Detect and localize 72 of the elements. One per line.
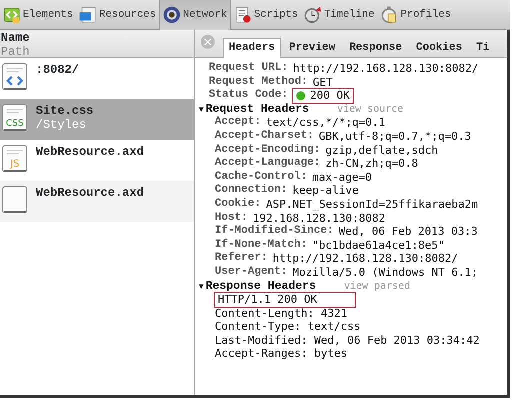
header-value: zh-CN,zh;q=0.8 (326, 157, 418, 171)
status-dot-icon (296, 90, 306, 101)
header-value: ASP.NET_SessionId=25ffikaraeba2m (266, 198, 478, 212)
stopwatch-icon (304, 6, 322, 24)
header-key: Cookie: (215, 198, 262, 212)
resource-name: WebResource.axd (36, 145, 144, 159)
header-value: keep-alive (292, 184, 359, 198)
script-document-icon (234, 6, 252, 24)
resource-row[interactable]: :8082/ (0, 58, 194, 99)
header-key: Status Code: (209, 89, 288, 103)
html-file-icon (2, 63, 28, 91)
column-header: Name (1, 31, 31, 45)
header-key: Connection: (215, 184, 288, 198)
css-file-icon: CSS (2, 104, 28, 132)
header-value: http://192.168.128.130:8082/ (272, 252, 458, 266)
section-toggle[interactable]: ▼ (199, 282, 204, 292)
column-subheader: Path (1, 45, 31, 59)
raw-header-line: Content-Type: text/css (215, 320, 361, 334)
resource-path: /Styles (36, 118, 88, 132)
header-key: Accept-Charset: (215, 130, 314, 144)
section-toggle[interactable]: ▼ (199, 106, 204, 115)
code-tag-icon (3, 6, 21, 24)
header-key: User-Agent: (215, 266, 288, 280)
toolbar-tab[interactable]: Elements (0, 0, 76, 30)
section-title: Response Headers (206, 280, 316, 292)
detail-tab[interactable]: Ti (470, 38, 496, 57)
resource-row[interactable]: CSS Site.css /Styles (0, 99, 194, 140)
section-title: Request Headers (206, 102, 310, 116)
detail-tab[interactable]: Response (343, 38, 408, 57)
resource-name: WebResource.axd (36, 186, 144, 200)
status-text: 200 OK (310, 89, 350, 103)
header-key: If-None-Match: (215, 238, 308, 252)
header-key: Cache-Control: (215, 170, 308, 184)
header-key: If-Modified-Since: (215, 225, 334, 239)
header-key: Accept-Language: (215, 157, 321, 171)
documents-icon (79, 6, 98, 24)
toolbar-tab[interactable]: Resources (76, 0, 160, 30)
blank-file-icon (2, 186, 28, 214)
header-key: Host: (215, 212, 248, 226)
detail-tab[interactable]: Headers (223, 38, 282, 58)
toolbar-tab[interactable]: Profiles (378, 0, 454, 30)
globe-icon (163, 6, 182, 24)
header-value: GET (313, 76, 333, 90)
resource-name: Site.css (36, 104, 94, 118)
raw-header-line: Content-Length: 4321 (215, 306, 348, 320)
resource-row[interactable]: JS WebResource.axd (0, 140, 194, 181)
header-value: Mozilla/5.0 (Windows NT 6.1; (292, 266, 478, 280)
resource-row[interactable]: WebResource.axd (0, 181, 194, 222)
header-value: 192.168.128.130:8082 (253, 212, 386, 225)
raw-header-line: HTTP/1.1 200 OK (215, 293, 355, 307)
header-value: max-age=0 (312, 170, 372, 184)
header-value: gzip,deflate,sdch (326, 144, 438, 158)
header-value: GBK,utf-8;q=0.7,*;q=0.3 (319, 130, 472, 144)
header-value: http://192.168.128.130:8082/ (293, 62, 479, 76)
js-file-icon: JS (2, 145, 28, 173)
header-key: Accept: (215, 116, 262, 130)
header-key: Request Method: (209, 76, 308, 90)
header-key: Request URL: (209, 62, 288, 76)
detail-tab[interactable]: Preview (283, 38, 342, 57)
toolbar-tab[interactable]: Scripts (231, 0, 302, 30)
header-value: Wed, 06 Feb 2013 03:3 (338, 225, 478, 239)
toolbar-tab[interactable]: Network (159, 0, 232, 30)
stopwatch-document-icon (380, 6, 399, 24)
resource-name: :8082/ (36, 63, 80, 77)
header-key: Accept-Encoding: (215, 144, 321, 158)
header-key: Referer: (215, 252, 268, 266)
header-value: text/css,*/*;q=0.1 (266, 116, 386, 130)
detail-tab[interactable]: Cookies (410, 38, 468, 57)
header-value: "bc1bdae61a4ce1:8e5" (312, 238, 445, 252)
raw-header-line: Accept-Ranges: bytes (215, 347, 348, 362)
toolbar-tab[interactable]: Timeline (301, 0, 378, 30)
raw-header-line: Last-Modified: Wed, 06 Feb 2013 03:34:42 (215, 334, 480, 348)
